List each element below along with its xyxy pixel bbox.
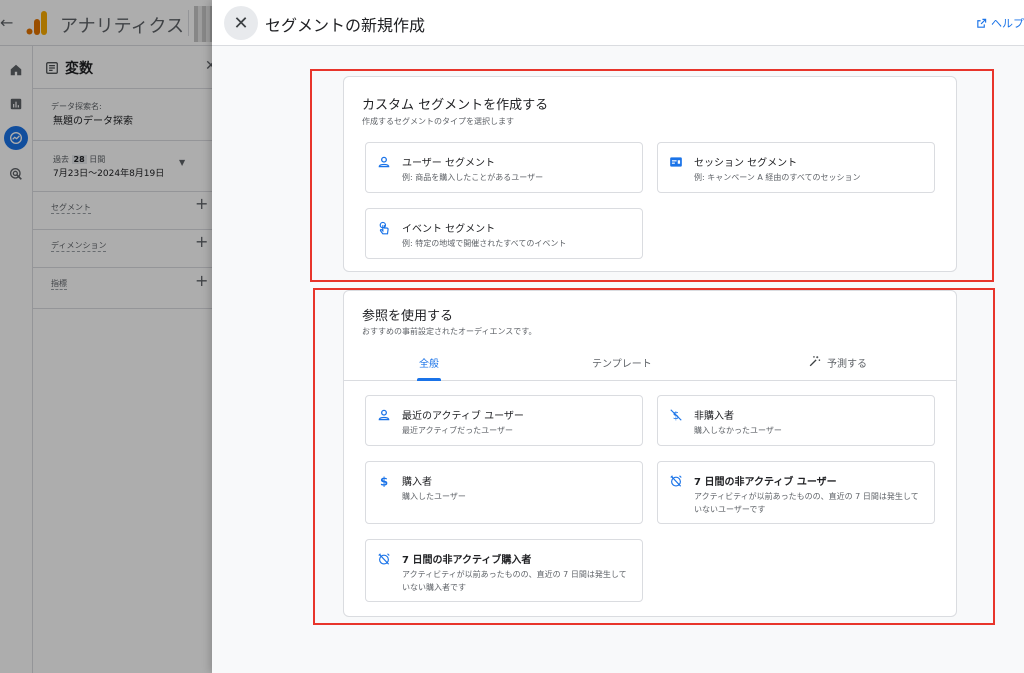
custom-segment-title: カスタム セグメントを作成する bbox=[362, 98, 549, 113]
custom-segment-card: カスタム セグメントを作成する 作成するセグメントのタイプを選択します ユーザー… bbox=[343, 76, 957, 272]
option-description: アクティビティが以前あったものの、直近の 7 日間は発生していないユーザーです bbox=[694, 492, 919, 514]
reference-title: 参照を使用する bbox=[362, 309, 454, 324]
help-link[interactable]: ヘルプ bbox=[976, 15, 1024, 31]
option-description: 最近アクティブだったユーザー bbox=[402, 426, 513, 435]
tab-predict-label: 予測する bbox=[827, 359, 867, 370]
option-title: ユーザー セグメント bbox=[402, 158, 495, 169]
analytics-app-background: ← アナリティクス 変数 ✕ データ探索名: 無題のデータ探索 過去 28 日間… bbox=[0, 0, 217, 673]
purchasers-option[interactable]: $ 購入者 購入したユーザー bbox=[365, 461, 643, 524]
person-icon bbox=[376, 407, 392, 423]
dialog-header: ✕ セグメントの新規作成 ヘルプ bbox=[212, 0, 1024, 46]
tab-template[interactable]: テンプレート bbox=[592, 355, 652, 381]
option-title: 7 日間の非アクティブ購入者 bbox=[402, 555, 532, 566]
reference-segment-card: 参照を使用する おすすめの事前設定されたオーディエンスです。 全般 テンプレート… bbox=[343, 290, 957, 617]
person-icon bbox=[376, 154, 392, 170]
option-description: 購入したユーザー bbox=[402, 492, 466, 501]
option-description: 例: 特定の地域で開催されたすべてのイベント bbox=[402, 239, 567, 248]
option-title: 購入者 bbox=[402, 477, 432, 488]
option-description: 例: 商品を購入したことがあるユーザー bbox=[402, 173, 544, 182]
option-description: 購入しなかったユーザー bbox=[694, 426, 782, 435]
tab-general[interactable]: 全般 bbox=[417, 355, 441, 381]
alarm-off-icon bbox=[376, 551, 392, 567]
option-description: アクティビティが以前あったものの、直近の 7 日間は発生していない購入者です bbox=[402, 570, 627, 592]
option-title: 7 日間の非アクティブ ユーザー bbox=[694, 477, 837, 488]
recent-active-users-option[interactable]: 最近のアクティブ ユーザー 最近アクティブだったユーザー bbox=[365, 395, 643, 446]
svg-text:$: $ bbox=[380, 475, 388, 488]
user-segment-option[interactable]: ユーザー セグメント 例: 商品を購入したことがあるユーザー bbox=[365, 142, 643, 193]
option-title: イベント セグメント bbox=[402, 224, 496, 235]
touch-icon bbox=[376, 220, 392, 236]
custom-segment-subtitle: 作成するセグメントのタイプを選択します bbox=[362, 117, 514, 126]
magic-wand-icon bbox=[809, 356, 821, 367]
no-money-icon: $ bbox=[668, 407, 684, 423]
modal-scrim[interactable] bbox=[0, 0, 212, 673]
option-title: セッション セグメント bbox=[694, 158, 798, 169]
option-description: 例: キャンペーン A 経由のすべてのセッション bbox=[694, 173, 861, 182]
new-segment-dialog: ✕ セグメントの新規作成 ヘルプ カスタム セグメントを作成する 作成するセグメ… bbox=[212, 0, 1024, 673]
session-segment-option[interactable]: セッション セグメント 例: キャンペーン A 経由のすべてのセッション bbox=[657, 142, 935, 193]
option-title: 非購入者 bbox=[694, 411, 734, 422]
tab-predict[interactable]: 予測する bbox=[808, 355, 867, 381]
event-segment-option[interactable]: イベント セグメント 例: 特定の地域で開催されたすべてのイベント bbox=[365, 208, 643, 259]
close-button[interactable]: ✕ bbox=[224, 6, 258, 40]
dialog-title: セグメントの新規作成 bbox=[265, 16, 426, 35]
alarm-off-icon bbox=[668, 473, 684, 489]
non-purchasers-option[interactable]: $ 非購入者 購入しなかったユーザー bbox=[657, 395, 935, 446]
session-icon bbox=[668, 154, 684, 170]
reference-tabs: 全般 テンプレート 予測する bbox=[344, 351, 956, 381]
option-title: 最近のアクティブ ユーザー bbox=[402, 411, 524, 422]
help-label: ヘルプ bbox=[991, 17, 1024, 30]
inactive-7-day-purchasers-option[interactable]: 7 日間の非アクティブ購入者 アクティビティが以前あったものの、直近の 7 日間… bbox=[365, 539, 643, 602]
reference-subtitle: おすすめの事前設定されたオーディエンスです。 bbox=[362, 327, 537, 336]
close-icon: ✕ bbox=[233, 12, 249, 34]
dollar-icon: $ bbox=[376, 473, 392, 489]
open-in-new-icon bbox=[977, 18, 987, 28]
inactive-7-day-users-option[interactable]: 7 日間の非アクティブ ユーザー アクティビティが以前あったものの、直近の 7 … bbox=[657, 461, 935, 524]
